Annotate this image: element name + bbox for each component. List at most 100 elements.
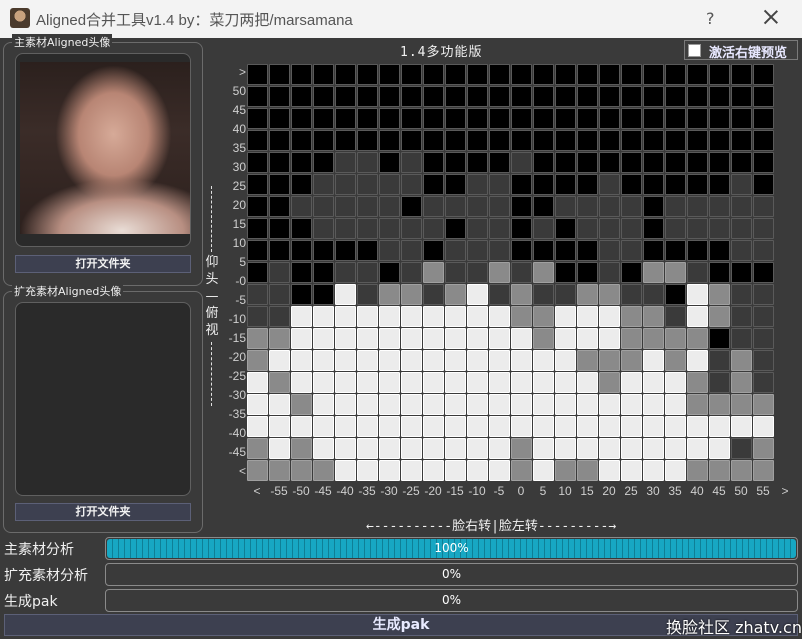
grid-cell[interactable] [599, 218, 620, 239]
grid-cell[interactable] [577, 438, 598, 459]
grid-cell[interactable] [533, 394, 554, 415]
grid-cell[interactable] [423, 394, 444, 415]
grid-cell[interactable] [555, 460, 576, 481]
grid-cell[interactable] [357, 328, 378, 349]
grid-cell[interactable] [467, 438, 488, 459]
grid-cell[interactable] [291, 262, 312, 283]
grid-cell[interactable] [687, 174, 708, 195]
grid-cell[interactable] [401, 460, 422, 481]
grid-cell[interactable] [753, 416, 774, 437]
grid-cell[interactable] [533, 328, 554, 349]
grid-cell[interactable] [269, 86, 290, 107]
grid-cell[interactable] [467, 394, 488, 415]
grid-cell[interactable] [489, 438, 510, 459]
grid-cell[interactable] [247, 64, 268, 85]
grid-cell[interactable] [643, 218, 664, 239]
grid-cell[interactable] [599, 240, 620, 261]
grid-cell[interactable] [335, 86, 356, 107]
grid-cell[interactable] [357, 196, 378, 217]
grid-cell[interactable] [379, 438, 400, 459]
grid-cell[interactable] [247, 130, 268, 151]
grid-cell[interactable] [379, 240, 400, 261]
grid-cell[interactable] [423, 152, 444, 173]
grid-cell[interactable] [599, 350, 620, 371]
grid-cell[interactable] [313, 86, 334, 107]
grid-cell[interactable] [335, 394, 356, 415]
grid-cell[interactable] [577, 372, 598, 393]
grid-cell[interactable] [709, 108, 730, 129]
grid-cell[interactable] [643, 328, 664, 349]
grid-cell[interactable] [467, 130, 488, 151]
grid-cell[interactable] [401, 438, 422, 459]
grid-cell[interactable] [269, 108, 290, 129]
grid-cell[interactable] [731, 108, 752, 129]
grid-cell[interactable] [291, 284, 312, 305]
grid-cell[interactable] [489, 328, 510, 349]
grid-cell[interactable] [379, 328, 400, 349]
grid-cell[interactable] [357, 152, 378, 173]
grid-cell[interactable] [533, 86, 554, 107]
grid-cell[interactable] [577, 218, 598, 239]
grid-cell[interactable] [423, 438, 444, 459]
grid-cell[interactable] [269, 240, 290, 261]
grid-cell[interactable] [665, 108, 686, 129]
grid-cell[interactable] [401, 372, 422, 393]
grid-cell[interactable] [533, 196, 554, 217]
grid-cell[interactable] [445, 306, 466, 327]
angle-grid[interactable] [247, 64, 776, 482]
grid-cell[interactable] [599, 262, 620, 283]
grid-cell[interactable] [709, 86, 730, 107]
grid-cell[interactable] [555, 108, 576, 129]
grid-cell[interactable] [731, 240, 752, 261]
grid-cell[interactable] [753, 240, 774, 261]
grid-cell[interactable] [423, 240, 444, 261]
grid-cell[interactable] [511, 152, 532, 173]
grid-cell[interactable] [753, 350, 774, 371]
grid-cell[interactable] [357, 416, 378, 437]
grid-cell[interactable] [313, 262, 334, 283]
grid-cell[interactable] [335, 372, 356, 393]
grid-cell[interactable] [665, 306, 686, 327]
grid-cell[interactable] [599, 152, 620, 173]
grid-cell[interactable] [753, 64, 774, 85]
grid-cell[interactable] [269, 64, 290, 85]
grid-cell[interactable] [577, 416, 598, 437]
grid-cell[interactable] [467, 262, 488, 283]
grid-cell[interactable] [291, 306, 312, 327]
grid-cell[interactable] [445, 108, 466, 129]
grid-cell[interactable] [709, 372, 730, 393]
grid-cell[interactable] [577, 394, 598, 415]
grid-cell[interactable] [621, 262, 642, 283]
grid-cell[interactable] [467, 196, 488, 217]
grid-cell[interactable] [445, 196, 466, 217]
grid-cell[interactable] [643, 130, 664, 151]
grid-cell[interactable] [489, 152, 510, 173]
grid-cell[interactable] [335, 240, 356, 261]
grid-cell[interactable] [687, 284, 708, 305]
grid-cell[interactable] [511, 416, 532, 437]
grid-cell[interactable] [291, 218, 312, 239]
grid-cell[interactable] [313, 108, 334, 129]
grid-cell[interactable] [335, 284, 356, 305]
grid-cell[interactable] [577, 130, 598, 151]
grid-cell[interactable] [577, 108, 598, 129]
grid-cell[interactable] [709, 438, 730, 459]
grid-cell[interactable] [423, 196, 444, 217]
grid-cell[interactable] [379, 350, 400, 371]
grid-cell[interactable] [687, 240, 708, 261]
grid-cell[interactable] [423, 306, 444, 327]
grid-cell[interactable] [687, 350, 708, 371]
grid-cell[interactable] [247, 174, 268, 195]
grid-cell[interactable] [335, 152, 356, 173]
main-open-folder-button[interactable]: 打开文件夹 [15, 255, 191, 273]
grid-cell[interactable] [335, 64, 356, 85]
grid-cell[interactable] [445, 328, 466, 349]
grid-cell[interactable] [599, 306, 620, 327]
grid-cell[interactable] [621, 372, 642, 393]
grid-cell[interactable] [247, 328, 268, 349]
grid-cell[interactable] [401, 306, 422, 327]
grid-cell[interactable] [753, 284, 774, 305]
grid-cell[interactable] [665, 218, 686, 239]
grid-cell[interactable] [357, 438, 378, 459]
grid-cell[interactable] [269, 284, 290, 305]
